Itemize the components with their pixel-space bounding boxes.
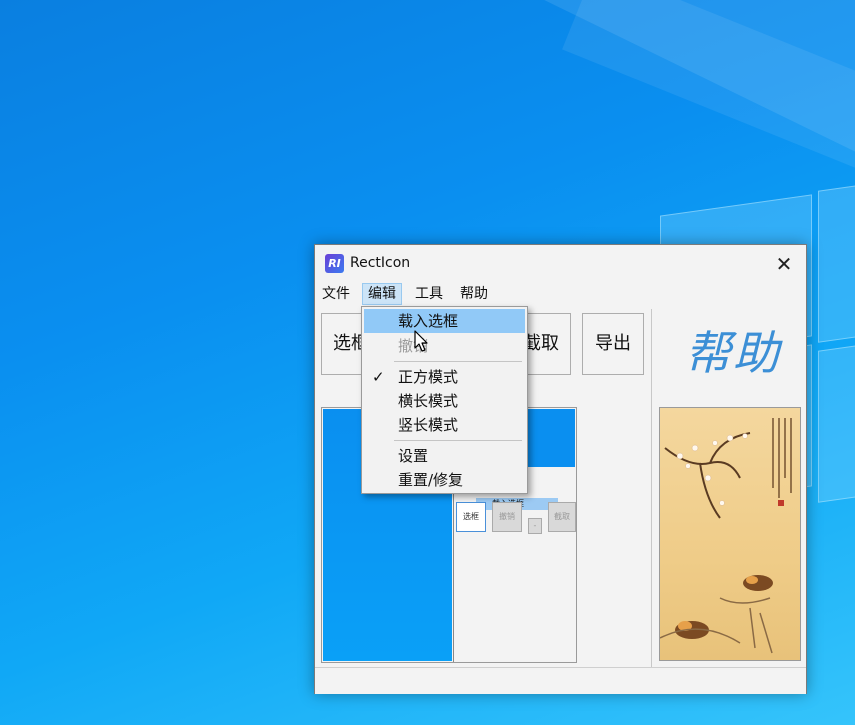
menu-item-reset-repair[interactable]: 重置/修复 (364, 468, 525, 492)
close-icon: ✕ (775, 252, 793, 276)
close-button[interactable]: ✕ (762, 245, 806, 283)
help-button[interactable]: 帮助 (657, 307, 803, 399)
desktop-light-beam (562, 0, 855, 245)
menu-item-portrait-mode[interactable]: 竖长模式 (364, 413, 525, 437)
menu-edit[interactable]: 编辑 (362, 283, 402, 305)
menu-item-load-selection[interactable]: 载入选框 (364, 309, 525, 333)
menu-item-square-mode-label: 正方模式 (398, 368, 459, 386)
status-bar (315, 667, 806, 694)
vertical-divider (651, 309, 652, 669)
menu-separator (394, 440, 522, 441)
help-painting-image (659, 407, 801, 661)
menu-separator (394, 361, 522, 362)
recticon-app-icon: RI (325, 254, 344, 273)
window-title: RectIcon (350, 255, 411, 271)
preview-mini-undo: 撤销 (492, 502, 522, 532)
checkmark-icon: ✓ (372, 368, 385, 386)
export-label: 导出 (595, 333, 631, 354)
menu-tools[interactable]: 工具 (410, 283, 448, 305)
menu-item-landscape-mode[interactable]: 横长模式 (364, 389, 525, 413)
menu-bar: 文件 编辑 工具 帮助 (315, 283, 806, 305)
preview-mini-small: - (528, 518, 542, 534)
desktop-light-beam (415, 0, 855, 245)
preview-mini-window: — — — — 载入选框 选框 撤销 - 截取 (453, 468, 576, 662)
export-button[interactable]: 导出 (582, 313, 644, 375)
menu-help[interactable]: 帮助 (455, 283, 493, 305)
title-bar[interactable]: RI RectIcon ✕ (315, 245, 806, 283)
menu-item-square-mode[interactable]: ✓ 正方模式 (364, 365, 525, 389)
preview-mini-select: 选框 (456, 502, 486, 532)
crop-label: 截取 (523, 333, 559, 354)
menu-file[interactable]: 文件 (317, 283, 355, 305)
help-label: 帮助 (685, 326, 781, 380)
preview-mini-crop: 截取 (548, 502, 576, 532)
menu-item-settings[interactable]: 设置 (364, 444, 525, 468)
menu-item-undo[interactable]: 撤销 (364, 334, 525, 358)
edit-menu-dropdown: 载入选框 撤销 ✓ 正方模式 横长模式 竖长模式 设置 重置/修复 (361, 306, 528, 494)
